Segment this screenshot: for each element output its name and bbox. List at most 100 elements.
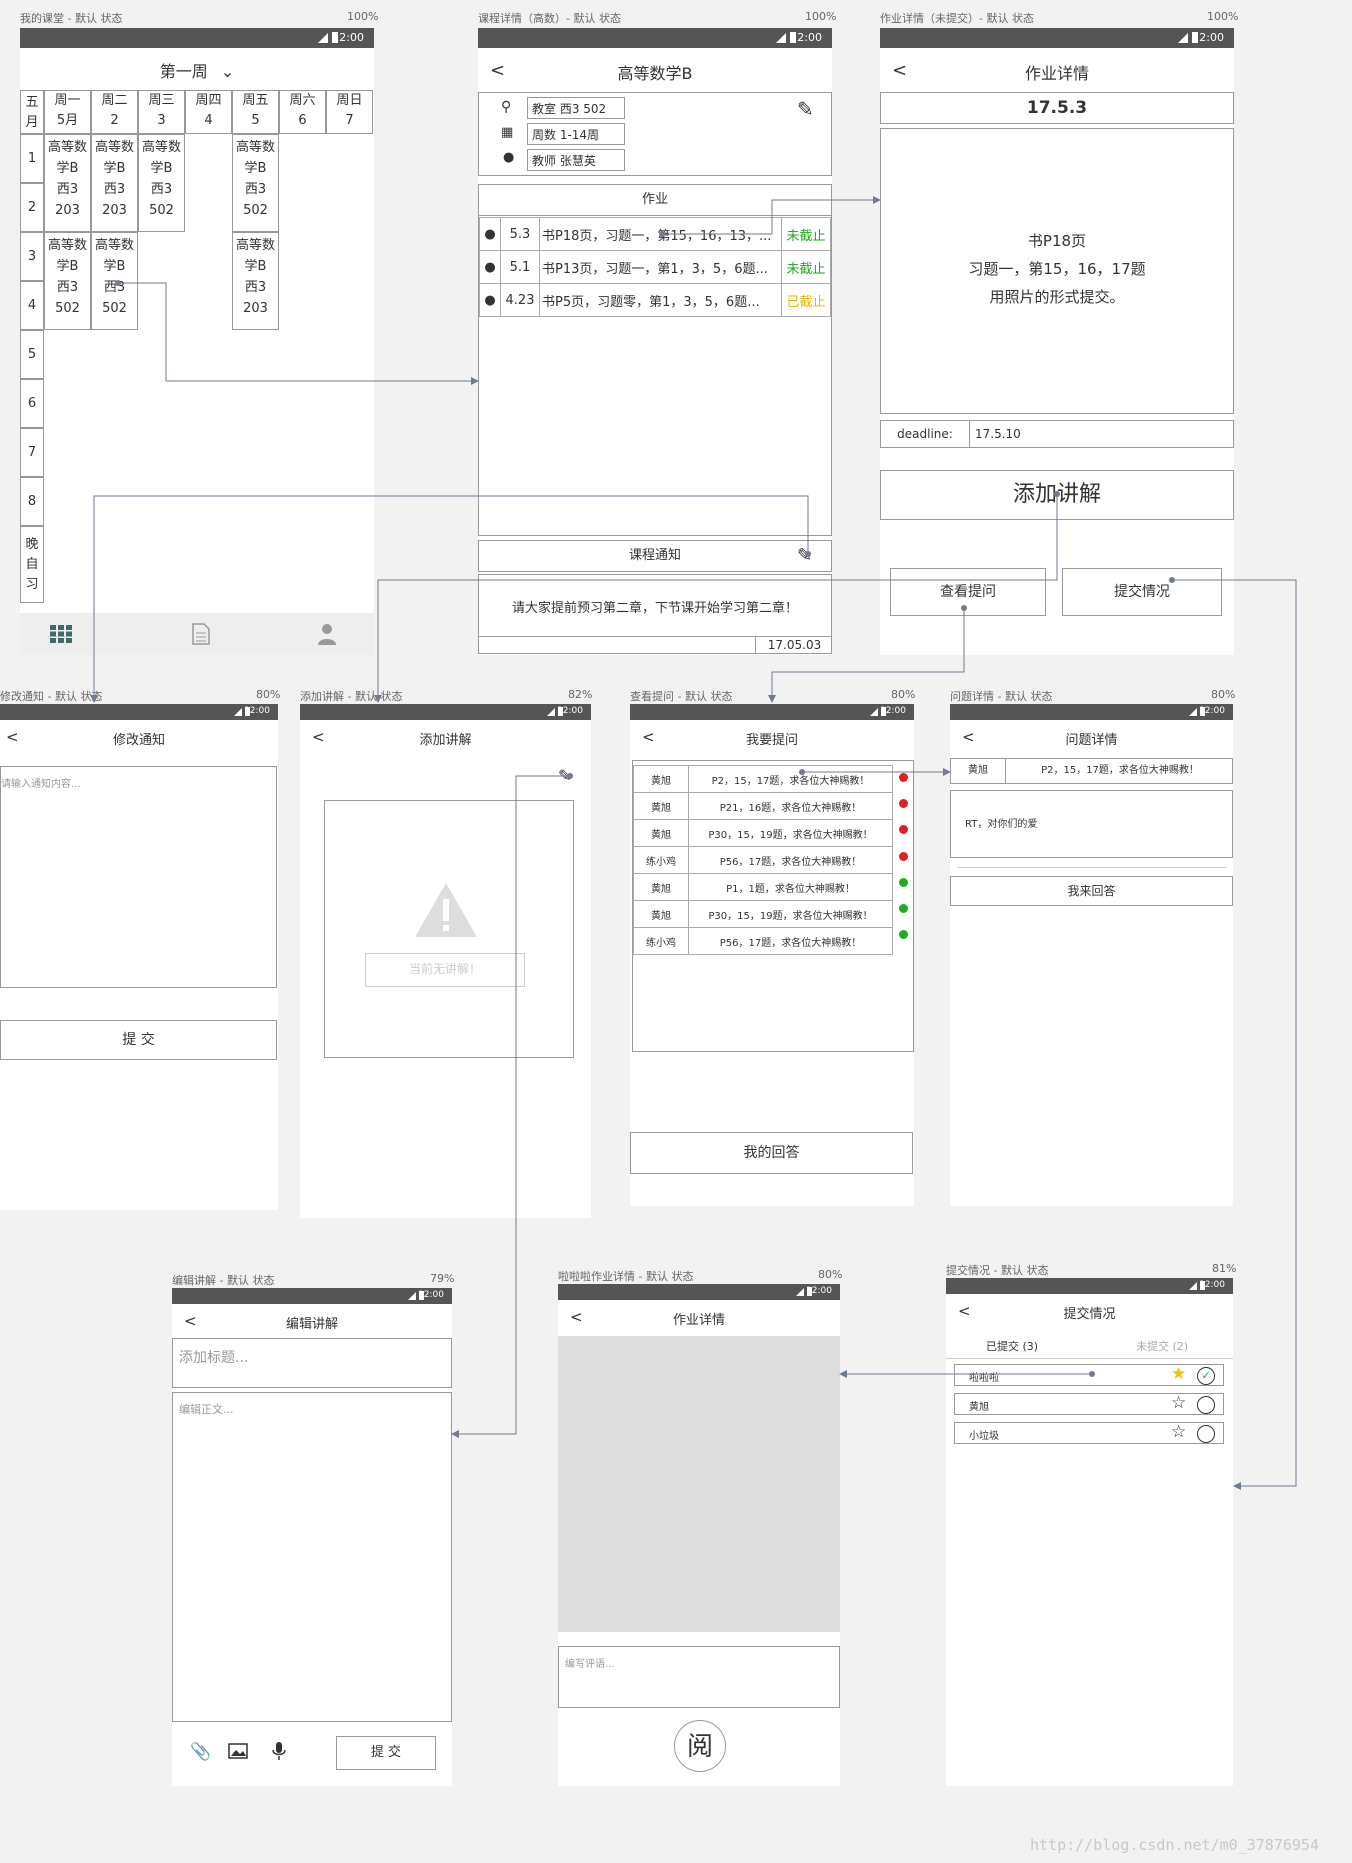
divider: [958, 867, 1226, 868]
signal-icon: [318, 33, 328, 43]
microphone-icon[interactable]: [272, 1742, 286, 1764]
status-bar: 12:00: [880, 28, 1234, 48]
check-circle-icon[interactable]: [1197, 1425, 1215, 1443]
question-body-text: RT，对你们的爱: [965, 819, 1038, 830]
deadline-value: 17.5.10: [975, 427, 1021, 441]
class-block[interactable]: 高等数 学B 西3 502: [44, 232, 91, 330]
class-block[interactable]: 高等数 学B 西3 203: [232, 232, 279, 330]
questions-list-panel: 黄旭 P2，15，17题，求各位大神赐教！ 黄旭 P21，16题，求各位大神赐教！ 黄旭…: [632, 760, 914, 1052]
check-circle-icon[interactable]: [1197, 1396, 1215, 1414]
notice-date: 17.05.03: [755, 636, 833, 654]
status-bar: 12:00: [300, 704, 591, 720]
questions-title: 我要提问: [745, 733, 798, 748]
class-block[interactable]: 高等数 学B 西3 502: [232, 134, 279, 232]
tab-unsubmitted[interactable]: 未提交 (2): [1136, 1338, 1188, 1354]
my-answer-button[interactable]: 我的回答: [630, 1132, 913, 1174]
star-icon[interactable]: ☆: [1171, 1422, 1186, 1442]
edit-icon[interactable]: ✎: [558, 766, 571, 785]
class-block[interactable]: 高等数 学B 西3 203: [91, 134, 138, 232]
course-info-panel: ⚲ 教室 西3 502 ▦ 周数 1-14周 ● 教师 张慧英 ✎: [478, 92, 832, 176]
status-dot: [899, 773, 908, 782]
body-line: 书P18页: [1027, 232, 1087, 250]
day-date: 5: [251, 113, 260, 128]
check-circle-icon[interactable]: ✓: [1197, 1367, 1215, 1385]
student-row[interactable]: 小垃圾 ☆: [954, 1422, 1224, 1444]
homework-panel: 作业 ● 5.3 书P18页，习题一，第15，16，13，... 未截止 ● 5.1 书P1…: [478, 184, 832, 536]
comment-input[interactable]: 编写评语...: [558, 1646, 840, 1708]
tab-submitted[interactable]: 已提交 (3): [986, 1338, 1038, 1354]
status-bar: 12:00: [20, 28, 374, 48]
edit-icon[interactable]: ✎: [797, 97, 814, 121]
signal-icon: [1189, 708, 1197, 716]
signal-icon: [547, 708, 555, 716]
hwdetail-percent: 100%: [1207, 10, 1239, 23]
user-icon[interactable]: [318, 623, 336, 649]
status-time: 12:00: [244, 706, 270, 716]
hwview-title: 作业详情: [672, 1313, 725, 1328]
image-icon[interactable]: [228, 1743, 248, 1763]
day-date: 2: [110, 113, 119, 128]
period-label: 4: [20, 281, 44, 330]
star-icon[interactable]: ★: [1171, 1364, 1186, 1384]
question-title: P2，15，17题，求各位大神赐教！: [1041, 765, 1199, 776]
add-explanation-button[interactable]: 添加讲解: [880, 470, 1234, 520]
editexpl-title: 编辑讲解: [285, 1317, 338, 1332]
month-header: 五 月: [20, 90, 44, 134]
student-row[interactable]: 啦啦啦 ★ ✓: [954, 1364, 1224, 1386]
homework-row[interactable]: ● 5.3 书P18页，习题一，第15，16，13，... 未截止: [479, 217, 831, 251]
class-block[interactable]: 高等数 学B 西3 502: [138, 134, 185, 232]
signal-icon: [870, 708, 878, 716]
notice-header-bar: 课程通知 ✎: [478, 540, 832, 572]
day-name: 周二: [101, 93, 128, 108]
period-label: 1: [20, 134, 44, 183]
submit-button[interactable]: 提 交: [0, 1020, 277, 1060]
document-icon[interactable]: [192, 623, 210, 649]
question-text: P21，16题，求各位大神赐教！: [688, 792, 893, 820]
question-text: P56，17题，求各位大神赐教！: [688, 927, 893, 955]
notice-input[interactable]: 请输入通知内容...: [0, 766, 277, 988]
question-row[interactable]: 练小鸡 P56，17题，求各位大神赐教！: [633, 927, 893, 955]
timetable-percent: 100%: [347, 10, 379, 23]
status-time: 12:00: [1192, 31, 1224, 44]
question-row[interactable]: 黄旭 P21，16题，求各位大神赐教！: [633, 792, 893, 820]
class-block[interactable]: 高等数 学B 西3 502: [91, 232, 138, 330]
star-icon[interactable]: ☆: [1171, 1393, 1186, 1413]
title-input[interactable]: 添加标题...: [172, 1338, 452, 1388]
course-weeks: 周数 1-14周: [527, 123, 625, 145]
edit-notice-icon[interactable]: ✎: [797, 545, 812, 566]
title-placeholder: 添加标题...: [179, 1350, 249, 1366]
body-input[interactable]: 编辑正文...: [172, 1392, 452, 1722]
answer-button[interactable]: 我来回答: [950, 876, 1233, 906]
signal-icon: [776, 33, 786, 43]
attachment-icon[interactable]: 📎: [190, 1742, 211, 1762]
homework-date: 17.5.3: [880, 92, 1234, 124]
deadline-row: deadline: 17.5.10: [880, 420, 1234, 448]
student-name: 啦啦啦: [969, 1373, 999, 1384]
period-label: 7: [20, 428, 44, 477]
question-row[interactable]: 练小鸡 P56，17题，求各位大神赐教！: [633, 846, 893, 874]
question-row[interactable]: 黄旭 P2，15，17题，求各位大神赐教！: [633, 765, 893, 793]
status-time: 12:00: [418, 1290, 444, 1300]
day-header: 周五 5: [232, 90, 279, 134]
calendar-icon: ▦: [501, 125, 514, 140]
question-row[interactable]: 黄旭 P30，15，19题，求各位大神赐教！: [633, 900, 893, 928]
student-row[interactable]: 黄旭 ☆: [954, 1393, 1224, 1415]
deadline-label: deadline:: [881, 421, 970, 447]
submit-button[interactable]: 提 交: [336, 1736, 436, 1770]
grid-icon[interactable]: [50, 625, 72, 643]
view-questions-button[interactable]: 查看提问: [890, 568, 1046, 616]
class-block[interactable]: 高等数 学B 西3 203: [44, 134, 91, 232]
week-title: 第一周: [159, 62, 208, 81]
addexpl-caption: 添加讲解 - 默认 状态: [300, 690, 403, 703]
question-row[interactable]: 黄旭 P1，1题，求各位大神赐教！: [633, 873, 893, 901]
homework-status: 已截止: [781, 283, 831, 317]
week-selector[interactable]: 第一周 ⌄: [20, 58, 374, 82]
submissions-button[interactable]: 提交情况: [1062, 568, 1222, 616]
question-row[interactable]: 黄旭 P30，15，19题，求各位大神赐教！: [633, 819, 893, 847]
day-name: 周四: [195, 93, 222, 108]
homework-row[interactable]: ● 4.23 书P5页，习题零，第1，3，5，6题... 已截止: [479, 283, 831, 317]
empty-state-panel: 当前无讲解！: [324, 800, 574, 1058]
course-title: 高等数学B: [617, 64, 693, 83]
homework-row[interactable]: ● 5.1 书P13页，习题一，第1，3，5，6题... 未截止: [479, 250, 831, 284]
read-button[interactable]: 阅: [674, 1720, 726, 1772]
